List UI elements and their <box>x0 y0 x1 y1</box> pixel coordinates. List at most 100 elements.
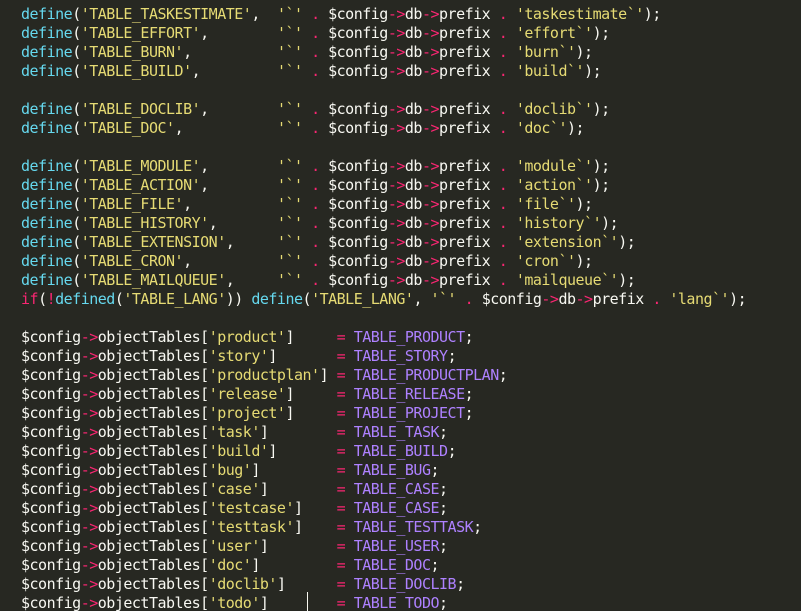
code-line[interactable]: define('TABLE_MAILQUEUE', '`' . $config-… <box>21 271 746 290</box>
identifier-token: db <box>404 214 423 232</box>
code-line[interactable] <box>21 309 746 328</box>
punctuation-token <box>303 62 312 80</box>
string-token: 'TABLE_DOCLIB' <box>80 100 201 118</box>
identifier-token: $config <box>21 499 81 517</box>
function-token: define <box>21 43 73 61</box>
code-line[interactable]: define('TABLE_ACTION', '`' . $config->db… <box>21 176 746 195</box>
punctuation-token <box>507 233 516 251</box>
operator-token: -> <box>387 119 406 137</box>
string-token: 'cron`' <box>515 252 576 270</box>
punctuation-token <box>490 5 499 23</box>
operator-token: -> <box>387 62 406 80</box>
punctuation-token: , <box>251 5 277 23</box>
operator-token: = <box>336 480 346 498</box>
identifier-token: prefix <box>439 176 491 194</box>
operator-token: -> <box>421 24 440 42</box>
code-line[interactable]: $config->objectTables['bug'] = TABLE_BUG… <box>21 461 746 480</box>
code-line[interactable]: if(!defined('TABLE_LANG')) define('TABLE… <box>21 290 747 309</box>
identifier-token: db <box>404 5 423 23</box>
code-line[interactable]: define('TABLE_FILE', '`' . $config->db->… <box>21 195 746 214</box>
constant-token: TABLE_DOCLIB <box>353 575 457 593</box>
punctuation-token: , <box>413 290 431 308</box>
code-line[interactable]: define('TABLE_DOCLIB', '`' . $config->db… <box>21 100 746 119</box>
constant-token: TABLE_PROJECT <box>353 404 465 422</box>
punctuation-token <box>490 252 499 270</box>
operator-token: -> <box>421 252 440 270</box>
operator-token: -> <box>80 594 99 611</box>
identifier-token: $config <box>21 537 81 555</box>
punctuation-token: ; <box>439 594 448 611</box>
string-token: 'lang`' <box>669 290 730 308</box>
punctuation-token: [ <box>200 347 209 365</box>
code-line[interactable]: define('TABLE_TASKESTIMATE', '`' . $conf… <box>21 5 746 24</box>
punctuation-token <box>490 119 499 137</box>
punctuation-token: ] <box>285 404 337 422</box>
punctuation-token: ( <box>72 5 81 23</box>
operator-token: -> <box>421 214 440 232</box>
constant-token: TABLE_BUG <box>353 461 431 479</box>
function-token: define <box>21 176 73 194</box>
function-token: define <box>21 233 73 251</box>
punctuation-token: [ <box>200 499 209 517</box>
punctuation-token <box>345 423 354 441</box>
code-line[interactable]: define('TABLE_BUILD', '`' . $config->db-… <box>21 62 746 81</box>
code-line[interactable]: $config->objectTables['case'] = TABLE_CA… <box>21 480 746 499</box>
code-line[interactable]: $config->objectTables['project'] = TABLE… <box>21 404 746 423</box>
code-line[interactable] <box>21 81 746 100</box>
code-line[interactable]: define('TABLE_MODULE', '`' . $config->db… <box>21 157 746 176</box>
string-token: 'file`' <box>515 195 576 213</box>
punctuation-token: ] <box>251 461 337 479</box>
code-line[interactable]: $config->objectTables['testcase'] = TABL… <box>21 499 746 518</box>
punctuation-token: [ <box>200 575 209 593</box>
code-line[interactable]: $config->objectTables['product'] = TABLE… <box>21 328 746 347</box>
operator-token: . <box>311 233 320 251</box>
code-line[interactable]: define('TABLE_EXTENSION', '`' . $config-… <box>21 233 746 252</box>
punctuation-token: [ <box>200 385 209 403</box>
punctuation-token <box>303 5 312 23</box>
code-line[interactable]: $config->objectTables['story'] = TABLE_S… <box>21 347 746 366</box>
code-line[interactable]: $config->objectTables['productplan'] = T… <box>21 366 746 385</box>
punctuation-token <box>303 195 312 213</box>
string-token: 'TABLE_MODULE' <box>80 157 201 175</box>
operator-token: . <box>498 157 508 175</box>
code-line[interactable]: $config->objectTables['task'] = TABLE_TA… <box>21 423 746 442</box>
code-line[interactable]: $config->objectTables['todo'] = TABLE_TO… <box>21 594 746 611</box>
code-line[interactable]: define('TABLE_BURN', '`' . $config->db->… <box>21 43 746 62</box>
identifier-token: objectTables <box>97 518 201 536</box>
code-line[interactable]: $config->objectTables['testtask'] = TABL… <box>21 518 746 537</box>
code-line[interactable] <box>21 138 746 157</box>
code-line[interactable]: define('TABLE_EFFORT', '`' . $config->db… <box>21 24 746 43</box>
punctuation-token <box>320 195 329 213</box>
operator-token: -> <box>421 100 440 118</box>
string-token: '`' <box>276 195 303 213</box>
code-line[interactable]: $config->objectTables['build'] = TABLE_B… <box>21 442 746 461</box>
function-token: define <box>21 100 73 118</box>
code-area[interactable]: define('TABLE_TASKESTIMATE', '`' . $conf… <box>21 5 747 611</box>
code-line[interactable]: define('TABLE_HISTORY', '`' . $config->d… <box>21 214 746 233</box>
punctuation-token: ; <box>498 366 508 384</box>
punctuation-token <box>490 233 499 251</box>
code-line[interactable]: $config->objectTables['doc'] = TABLE_DOC… <box>21 556 746 575</box>
code-line[interactable]: define('TABLE_DOC', '`' . $config->db->p… <box>21 119 746 138</box>
code-line[interactable]: $config->objectTables['user'] = TABLE_US… <box>21 537 746 556</box>
punctuation-token <box>507 252 516 270</box>
punctuation-token: , <box>208 214 277 232</box>
identifier-token: $config <box>21 480 81 498</box>
operator-token: -> <box>421 43 440 61</box>
code-editor[interactable]: define('TABLE_TASKESTIMATE', '`' . $conf… <box>0 0 801 611</box>
code-line[interactable]: $config->objectTables['release'] = TABLE… <box>21 385 746 404</box>
punctuation-token: ] <box>259 423 337 441</box>
operator-token: = <box>336 347 346 365</box>
punctuation-token: , <box>191 62 277 80</box>
string-token: 'taskestimate`' <box>515 5 644 23</box>
function-token: define <box>21 62 73 80</box>
identifier-token: objectTables <box>97 404 201 422</box>
code-line[interactable]: $config->objectTables['doclib'] = TABLE_… <box>21 575 746 594</box>
punctuation-token: [ <box>200 461 209 479</box>
punctuation-token: ); <box>592 157 611 175</box>
punctuation-token: ; <box>456 575 465 593</box>
identifier-token: $config <box>328 214 388 232</box>
punctuation-token <box>507 24 516 42</box>
code-line[interactable]: define('TABLE_CRON', '`' . $config->db->… <box>21 252 746 271</box>
punctuation-token <box>320 24 329 42</box>
